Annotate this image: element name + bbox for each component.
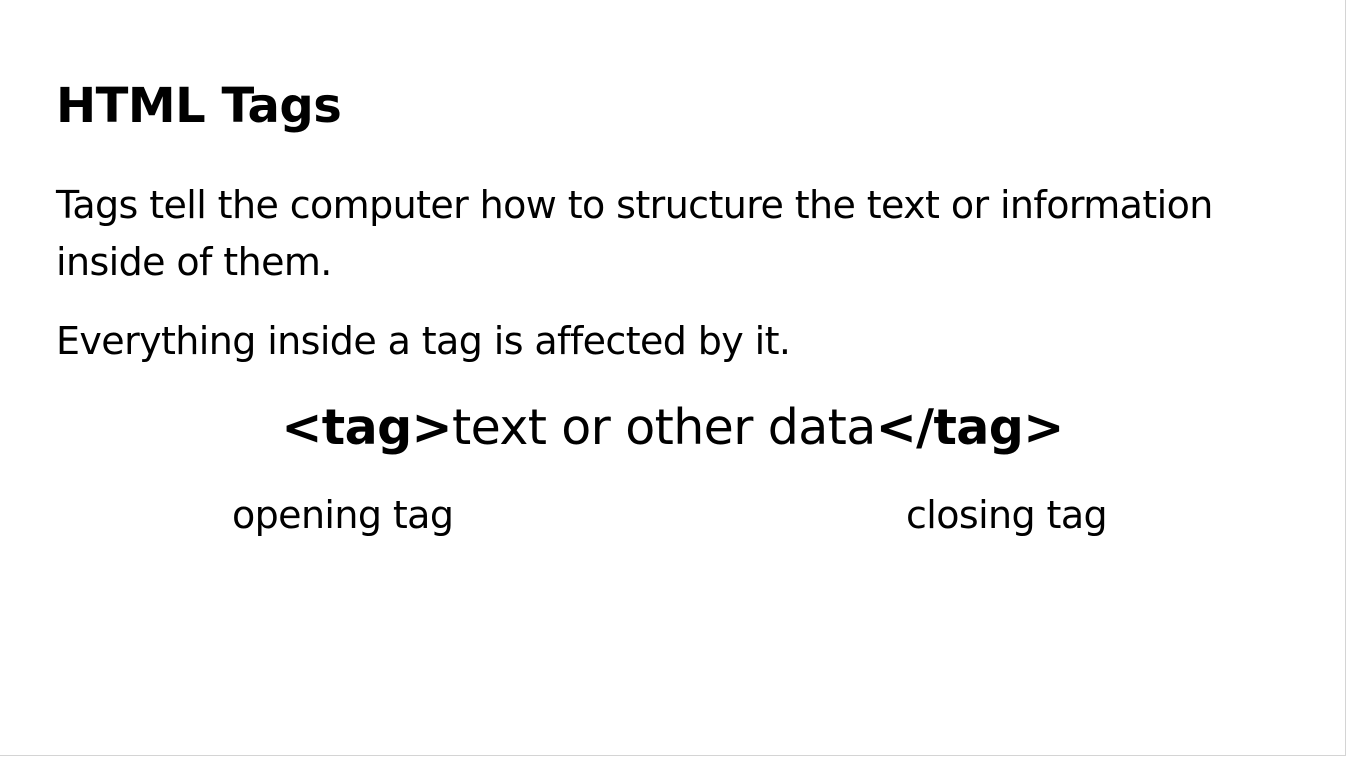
- opening-tag: <tag>: [281, 399, 453, 456]
- tag-example: <tag>text or other data</tag>: [0, 397, 1345, 459]
- opening-tag-caption: opening tag: [232, 493, 454, 537]
- paragraph-tags-definition: Tags tell the computer how to structure …: [56, 183, 1213, 284]
- closing-tag-caption: closing tag: [906, 493, 1108, 537]
- slide-title: HTML Tags: [56, 78, 342, 134]
- closing-tag: </tag>: [875, 399, 1065, 456]
- slide: HTML Tags Tags tell the computer how to …: [0, 0, 1346, 756]
- tag-content: text or other data: [452, 399, 876, 456]
- paragraph-tags-effect: Everything inside a tag is affected by i…: [56, 319, 791, 363]
